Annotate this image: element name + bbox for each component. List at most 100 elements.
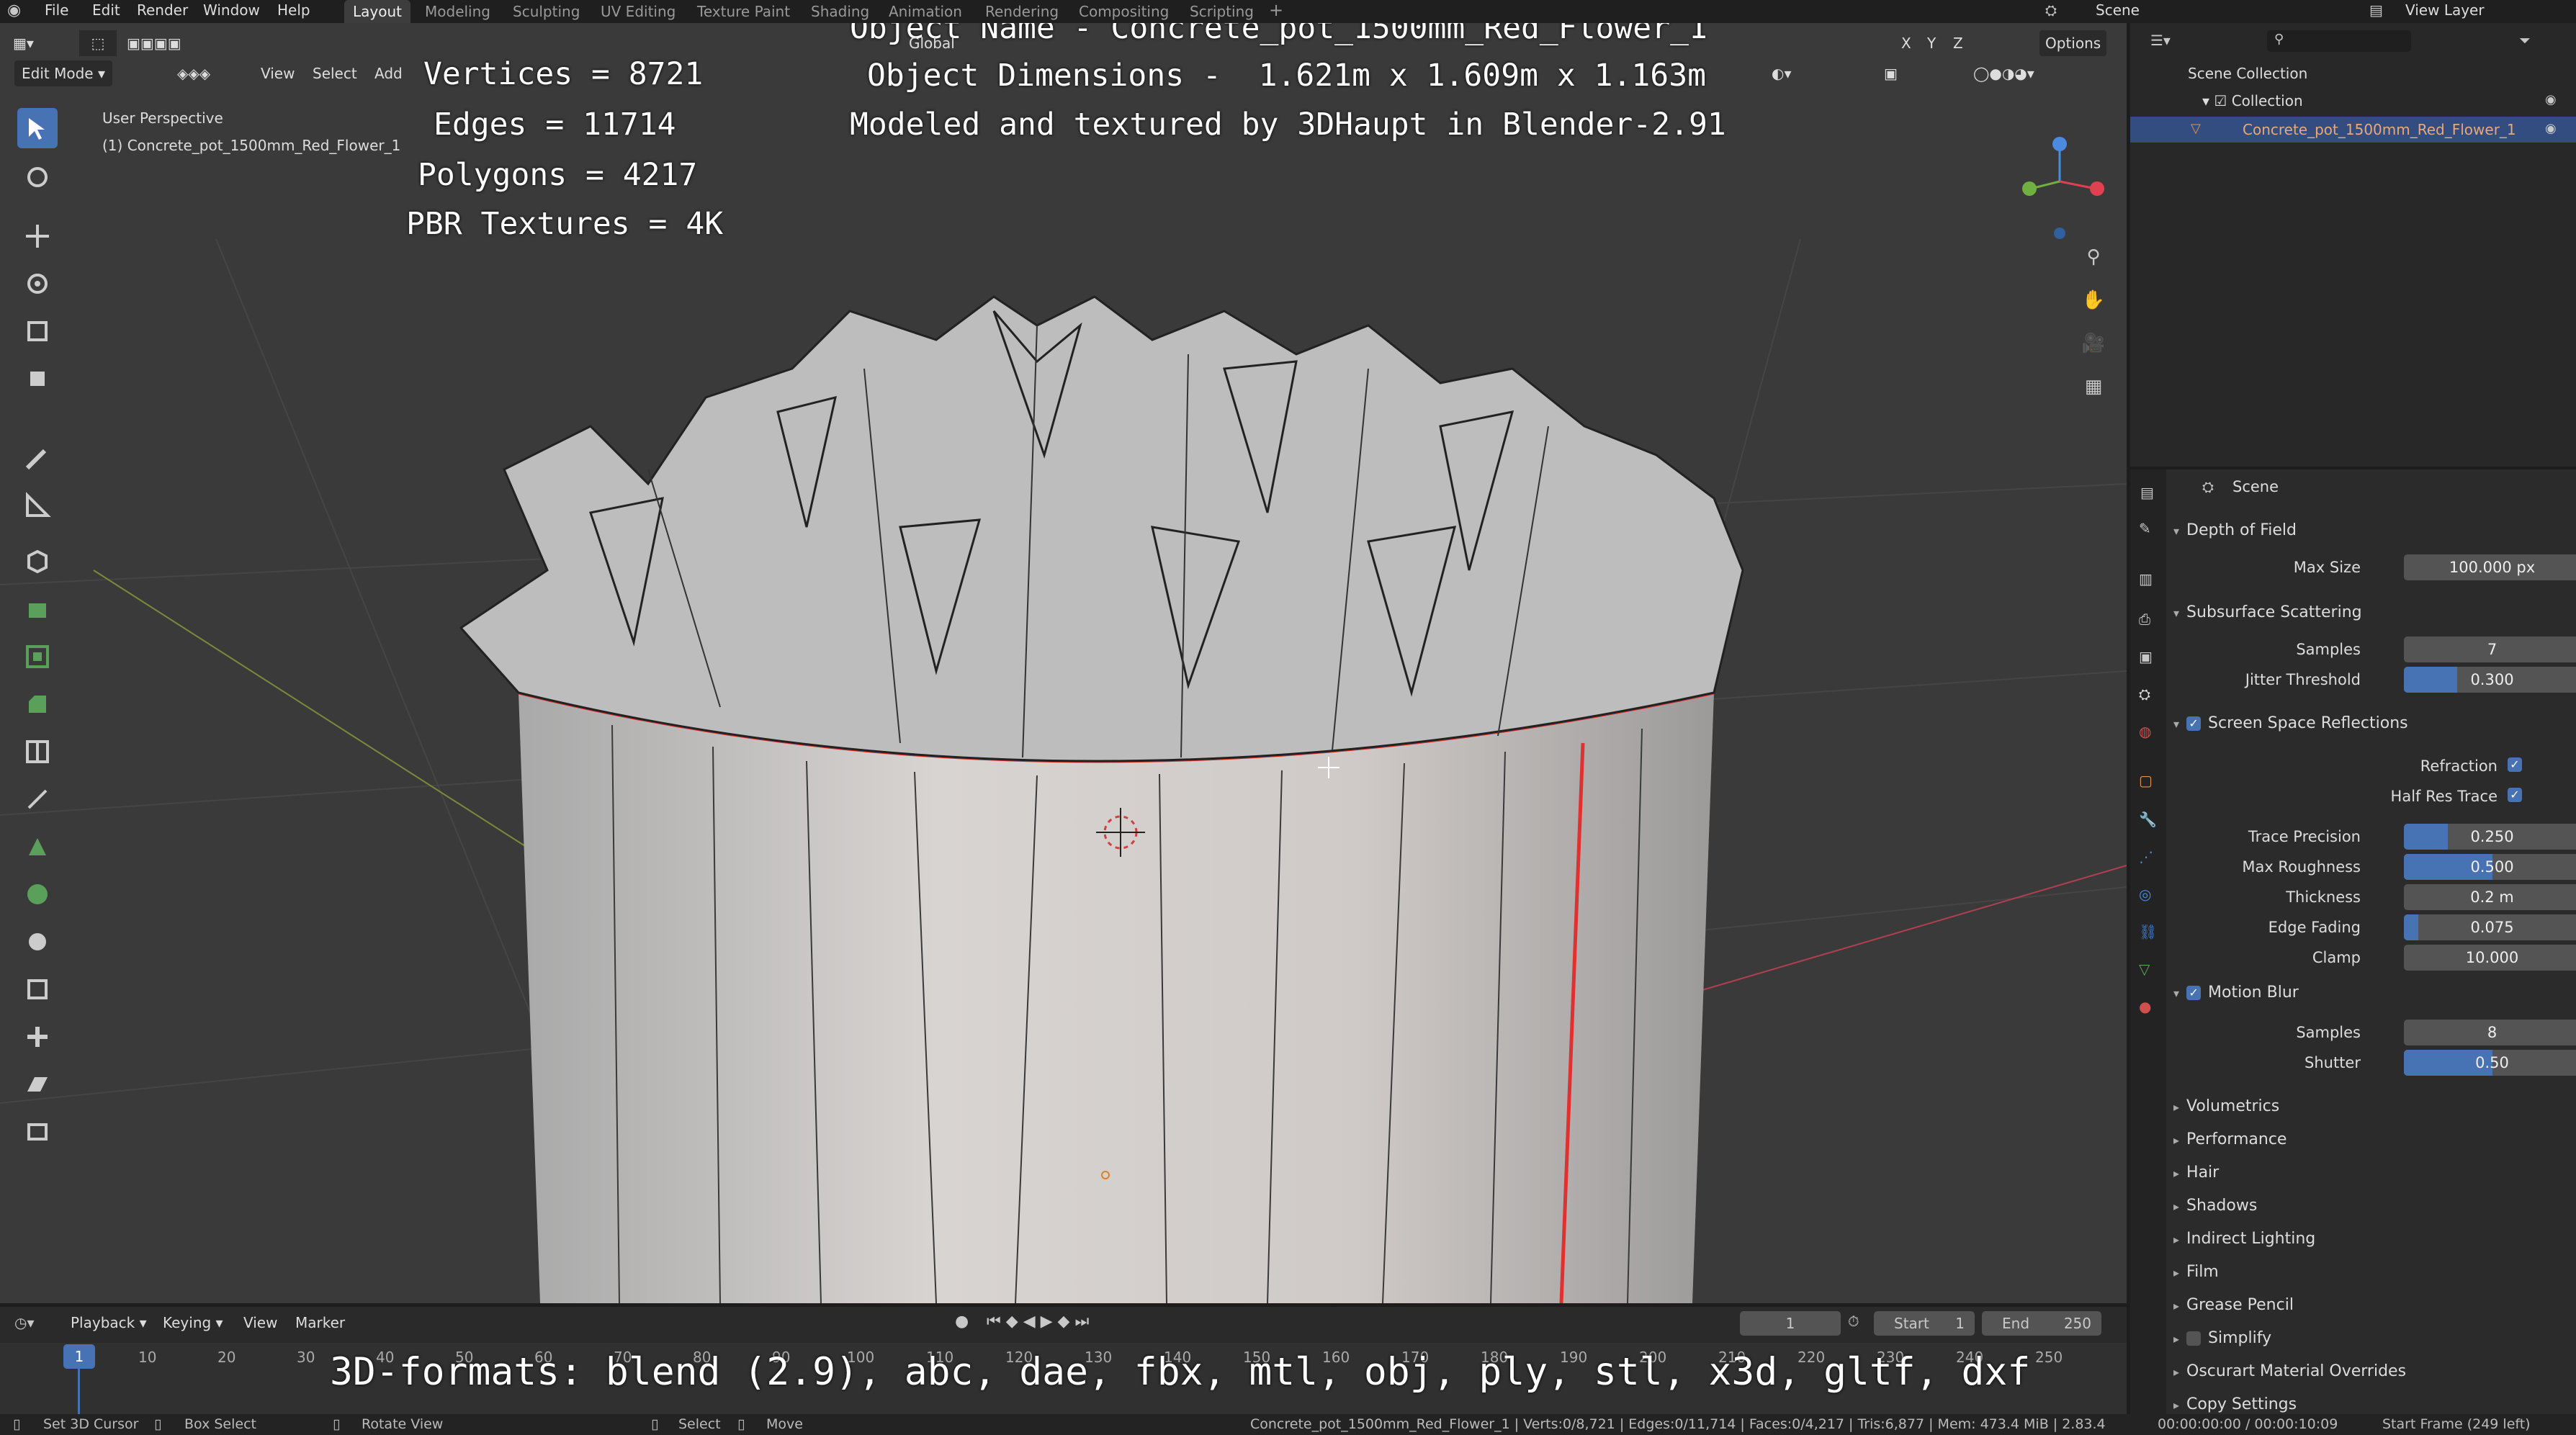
scale-tool[interactable] [17,311,58,351]
section-motion-blur[interactable]: ▾ ✓ Motion Blur [2173,984,2299,1002]
modifier-tab-icon[interactable]: 🔧 [2139,811,2157,828]
trace-precision-field[interactable]: 0.250 [2404,824,2576,850]
section-hair[interactable]: ▸ Hair [2173,1164,2219,1182]
pan-hand-icon[interactable]: ✋ [2075,282,2111,318]
zoom-icon[interactable]: ⚲ [2075,239,2111,275]
select-mode-group[interactable]: ▣▣▣▣ [127,30,181,56]
extrude-tool[interactable] [17,589,58,629]
timeline-view-menu[interactable]: View [243,1314,277,1331]
output-tab-icon[interactable]: ⎙ [2139,611,2150,628]
filter-icon[interactable]: ⏷ [2519,32,2531,49]
start-frame-field[interactable]: Start 1 [1874,1311,1975,1336]
menu-file[interactable]: File [45,1,68,19]
tab-modeling[interactable]: Modeling [416,0,499,23]
edge-slide-tool[interactable] [17,969,58,1009]
menu-render[interactable]: Render [137,1,188,19]
editor-type-icon[interactable]: ▦▾ [13,30,34,56]
max-size-field[interactable]: 100.000 px [2404,554,2576,580]
section-indirect-lighting[interactable]: ▸ Indirect Lighting [2173,1230,2315,1248]
section-ssr[interactable]: ▾ ✓ Screen Space Reflections [2173,714,2408,732]
properties-editor-icon[interactable]: ▤ [2140,484,2154,501]
tab-compositing[interactable]: Compositing [1070,0,1177,23]
select-mode-icon[interactable]: ⬚ [79,30,117,56]
scene-collection-label[interactable]: Scene Collection [2188,65,2307,82]
marker-menu[interactable]: Marker [295,1314,345,1331]
end-frame-field[interactable]: End 250 [1982,1311,2101,1336]
physics-tab-icon[interactable]: ◎ [2139,886,2151,903]
playhead[interactable]: 1 [63,1344,95,1369]
particles-tab-icon[interactable]: ⋰ [2139,848,2153,865]
simplify-checkbox[interactable] [2186,1331,2202,1346]
max-roughness-field[interactable]: 0.500 [2404,854,2576,880]
object-tab-icon[interactable]: ▢ [2139,772,2153,789]
tab-animation[interactable]: Animation [880,0,971,23]
sss-samples-field[interactable]: 7 [2404,636,2576,662]
rotate-tool[interactable] [17,264,58,304]
navigation-gizmo[interactable] [2002,109,2117,253]
current-frame-field[interactable]: 1 [1740,1311,1841,1336]
tab-sculpting[interactable]: Sculpting [504,0,588,23]
section-depth-of-field[interactable]: ▾ Depth of Field [2173,521,2297,539]
axis-x-toggle[interactable]: X [1901,30,1911,56]
view-layer-tab-icon[interactable]: ▣ [2139,648,2153,665]
measure-tool[interactable] [17,485,58,526]
cursor-tool[interactable] [17,157,58,197]
section-grease-pencil[interactable]: ▸ Grease Pencil [2173,1296,2294,1314]
knife-tool[interactable] [17,779,58,819]
tab-shading[interactable]: Shading [802,0,878,23]
world-tab-icon[interactable]: ◍ [2139,723,2151,740]
outliner-editor-icon[interactable]: ☰▾ [2150,32,2171,49]
options-dropdown[interactable]: Options [2039,30,2107,56]
inset-tool[interactable] [17,636,58,677]
keying-menu[interactable]: Keying ▾ [163,1314,223,1331]
menu-help[interactable]: Help [277,1,310,19]
axis-y-toggle[interactable]: Y [1927,30,1936,56]
overlays-icon[interactable]: ◐▾ [1772,60,1792,86]
jitter-field[interactable]: 0.300 [2404,667,2576,693]
tab-uv-editing[interactable]: UV Editing [592,0,684,23]
view-layer-name[interactable]: View Layer [2405,1,2485,19]
playback-controls-icon[interactable]: ⏮ ◆ ◀ ▶ ◆ ⏭ [987,1313,1089,1331]
refraction-checkbox[interactable]: ✓ [2508,757,2522,772]
constraints-tab-icon[interactable]: ⛓ [2139,923,2157,940]
tool-tab-icon[interactable]: ✎ [2139,520,2151,537]
menu-add[interactable]: Add [374,60,403,86]
data-tab-icon[interactable]: ▽ [2139,961,2150,978]
menu-window[interactable]: Window [203,1,260,19]
shear-tool[interactable] [17,1064,58,1105]
section-shadows[interactable]: ▸ Shadows [2173,1197,2257,1215]
move-tool[interactable] [17,216,58,256]
shrink-fatten-tool[interactable] [17,1017,58,1057]
rip-region-tool[interactable] [17,1112,58,1152]
axis-z-toggle[interactable]: Z [1953,30,1963,56]
section-film[interactable]: ▸ Film [2173,1263,2219,1281]
select-box-tool[interactable] [17,108,58,148]
camera-icon[interactable]: 🎥 [2075,325,2111,361]
mode-dropdown[interactable]: Edit Mode ▾ [14,60,112,86]
scene-name[interactable]: Scene [2096,1,2140,19]
bevel-tool[interactable] [17,684,58,724]
menu-select[interactable]: Select [313,60,357,86]
annotate-tool[interactable] [17,438,58,478]
vertex-select-icon[interactable]: ◈◈◈ [177,60,210,86]
ssr-checkbox[interactable]: ✓ [2186,716,2202,731]
eye-icon[interactable]: ◉ [2545,121,2557,136]
scene-icon[interactable]: ⛭ [2045,1,2057,19]
scene-tab-icon[interactable]: ⛭ [2139,685,2150,703]
section-performance[interactable]: ▸ Performance [2173,1130,2286,1148]
mb-samples-field[interactable]: 8 [2404,1020,2576,1045]
orientation-dropdown[interactable]: Global [909,30,955,56]
thickness-field[interactable]: 0.2 m [2404,884,2576,910]
transform-tool[interactable] [17,359,58,399]
menu-view[interactable]: View [261,60,295,86]
collection-row[interactable]: ▾ ☑ Collection [2202,92,2303,109]
loop-cut-tool[interactable] [17,732,58,772]
clock-icon[interactable]: ⏱ [1848,1313,1859,1330]
3d-viewport[interactable]: User Perspective (1) Concrete_pot_1500mm… [0,23,2127,1303]
tab-rendering[interactable]: Rendering [977,0,1067,23]
playback-menu[interactable]: Playback ▾ [71,1314,147,1331]
half-res-checkbox[interactable]: ✓ [2508,788,2522,802]
view-layer-icon[interactable]: ▤ [2369,1,2383,19]
section-oscurart[interactable]: ▸ Oscurart Material Overrides [2173,1362,2406,1380]
tab-texture-paint[interactable]: Texture Paint [688,0,799,23]
